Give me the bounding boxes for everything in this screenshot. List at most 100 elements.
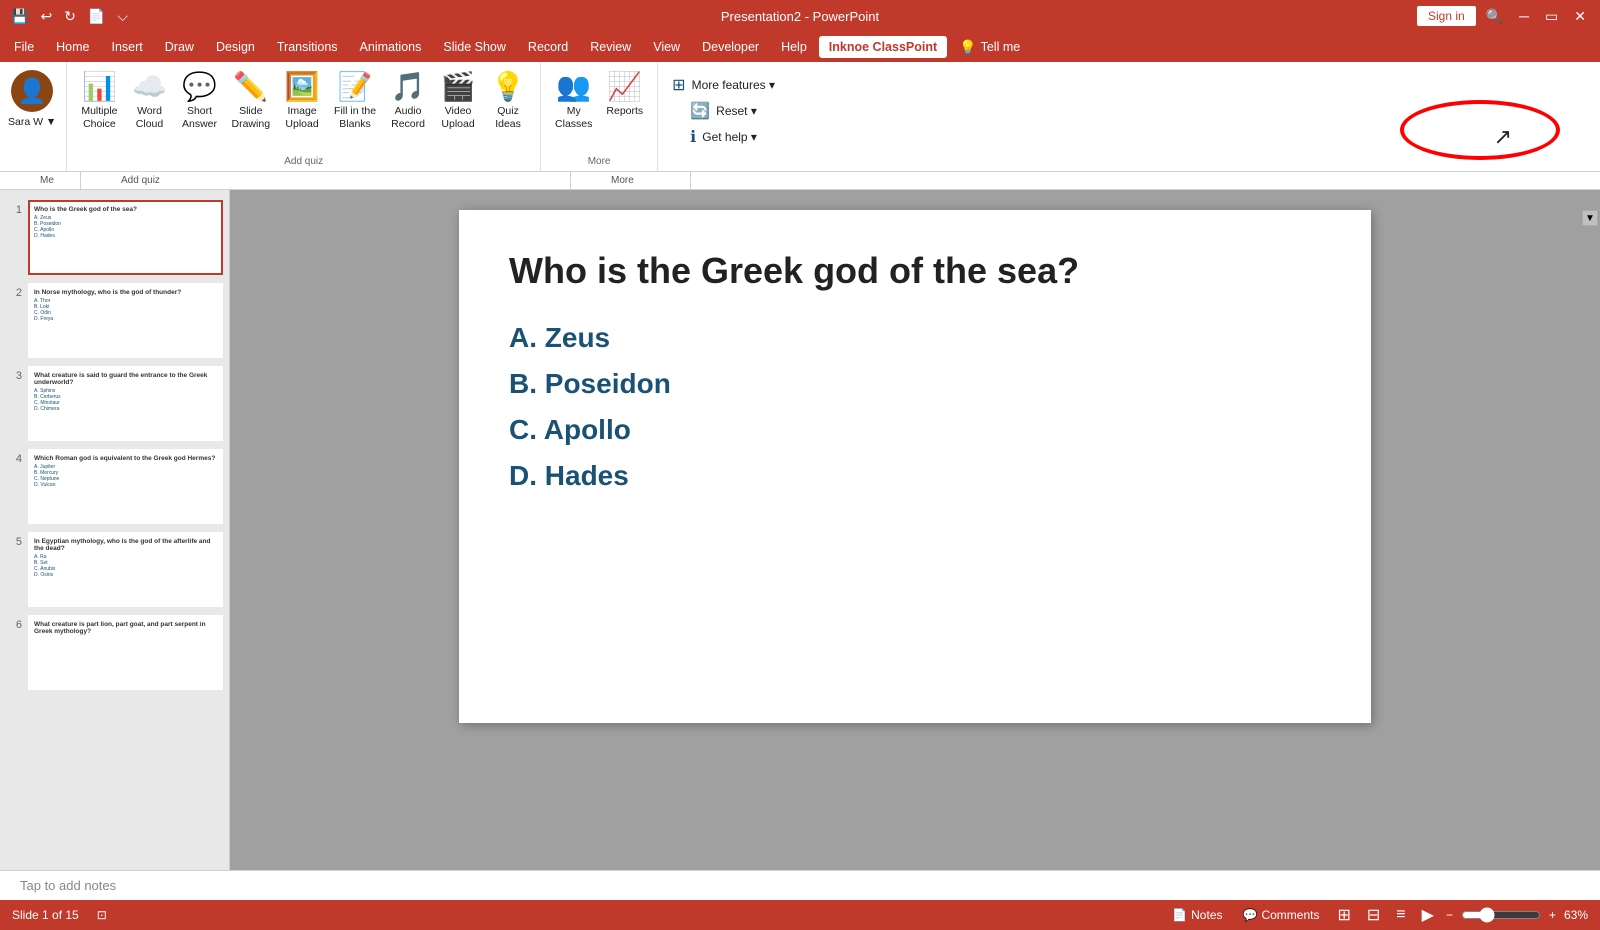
slide-item-6[interactable]: 6 What creature is part lion, part goat,…	[4, 613, 225, 692]
slide-item-3[interactable]: 3 What creature is said to guard the ent…	[4, 364, 225, 443]
status-left: Slide 1 of 15 ⊡	[12, 906, 113, 924]
menu-home[interactable]: Home	[46, 36, 99, 58]
menu-record[interactable]: Record	[518, 36, 578, 58]
slide-item-2[interactable]: 2 In Norse mythology, who is the god of …	[4, 281, 225, 360]
multiple-choice-icon: 📊	[82, 70, 117, 103]
word-cloud-button[interactable]: ☁️ WordCloud	[126, 66, 174, 134]
title-bar-left: 💾 ↩ ↻ 📄 ⌵	[8, 8, 131, 25]
slide-thumb-1-title: Who is the Greek god of the sea?	[34, 206, 217, 213]
slide-number-3: 3	[6, 370, 22, 382]
slide-item-4[interactable]: 4 Which Roman god is equivalent to the G…	[4, 447, 225, 526]
slide-thumb-1-content: A. ZeusB. PoseidonC. ApolloD. Hades	[34, 215, 217, 239]
multiple-choice-button[interactable]: 📊 MultipleChoice	[75, 66, 123, 134]
reset-label: Reset ▾	[716, 104, 757, 118]
notes-button[interactable]: 📄 Notes	[1166, 906, 1228, 924]
word-cloud-label: WordCloud	[136, 105, 163, 130]
menu-tellme[interactable]: 💡Tell me	[949, 35, 1030, 60]
slide-thumb-4[interactable]: Which Roman god is equivalent to the Gre…	[28, 449, 223, 524]
menu-help[interactable]: Help	[771, 36, 817, 58]
zoom-level[interactable]: 63%	[1564, 908, 1588, 922]
slide-item-1[interactable]: 1 Who is the Greek god of the sea? A. Ze…	[4, 198, 225, 277]
audio-record-icon: 🎵	[391, 70, 426, 103]
quiz-ideas-button[interactable]: 💡 QuizIdeas	[484, 66, 532, 134]
menu-file[interactable]: File	[4, 36, 44, 58]
section-me: Me	[0, 172, 81, 189]
my-classes-label: MyClasses	[555, 105, 592, 130]
canvas-area: Who is the Greek god of the sea? A. Zeus…	[230, 190, 1600, 870]
save-icon[interactable]: 💾	[8, 8, 31, 25]
fill-blanks-button[interactable]: 📝 Fill in theBlanks	[328, 66, 382, 134]
slide-drawing-icon: ✏️	[233, 70, 268, 103]
reading-view-button[interactable]: ≡	[1392, 904, 1409, 926]
avatar[interactable]: 👤	[11, 70, 53, 112]
menu-design[interactable]: Design	[206, 36, 265, 58]
slide-thumb-2[interactable]: In Norse mythology, who is the god of th…	[28, 283, 223, 358]
user-section: 👤 Sara W ▼	[0, 62, 67, 171]
ribbon-buttons: 📊 MultipleChoice ☁️ WordCloud 💬 ShortAns…	[75, 66, 532, 156]
video-upload-button[interactable]: 🎬 VideoUpload	[434, 66, 482, 134]
audio-record-label: AudioRecord	[391, 105, 425, 130]
menu-slideshow[interactable]: Slide Show	[433, 36, 516, 58]
normal-view-button[interactable]: ⊞	[1333, 903, 1354, 927]
reset-button[interactable]: 🔄 Reset ▾	[684, 98, 763, 124]
menu-view[interactable]: View	[643, 36, 690, 58]
user-name[interactable]: Sara W ▼	[8, 116, 56, 128]
ribbon-more-items: 👥 MyClasses 📈 Reports	[549, 66, 649, 156]
my-classes-button[interactable]: 👥 MyClasses	[549, 66, 598, 134]
slide-thumb-5[interactable]: In Egyptian mythology, who is the god of…	[28, 532, 223, 607]
video-upload-icon: 🎬	[441, 70, 476, 103]
ribbon-add-quiz-group: 📊 MultipleChoice ☁️ WordCloud 💬 ShortAns…	[67, 62, 541, 171]
menu-insert[interactable]: Insert	[102, 36, 153, 58]
slide-main-title: Who is the Greek god of the sea?	[509, 250, 1321, 292]
slide-thumb-1[interactable]: Who is the Greek god of the sea? A. Zeus…	[28, 200, 223, 275]
autosave-icon[interactable]: 📄	[85, 8, 108, 25]
ribbon-section-bar: Me Add quiz More	[0, 172, 1600, 190]
menu-animations[interactable]: Animations	[350, 36, 432, 58]
reports-icon: 📈	[607, 70, 642, 103]
slide-drawing-button[interactable]: ✏️ SlideDrawing	[226, 66, 277, 134]
sign-in-button[interactable]: Sign in	[1417, 6, 1476, 26]
search-icon[interactable]: 🔍	[1480, 6, 1509, 27]
fit-slide-button[interactable]: ⊡	[91, 906, 113, 924]
zoom-slider[interactable]	[1461, 907, 1541, 923]
slide-answer-d: D. Hades	[509, 460, 1321, 492]
menu-review[interactable]: Review	[580, 36, 641, 58]
close-button[interactable]: ✕	[1568, 6, 1592, 27]
slide-thumb-4-title: Which Roman god is equivalent to the Gre…	[34, 455, 217, 462]
comments-button[interactable]: 💬 Comments	[1237, 906, 1326, 924]
window-title: Presentation2 - PowerPoint	[721, 9, 879, 24]
slide-answer-b: B. Poseidon	[509, 368, 1321, 400]
more-features-button[interactable]: ⊞ More features ▾	[666, 72, 781, 98]
comments-icon: 💬	[1243, 908, 1258, 922]
redo-icon[interactable]: ↻	[61, 8, 79, 25]
restore-button[interactable]: ▭	[1539, 6, 1564, 27]
reports-button[interactable]: 📈 Reports	[600, 66, 649, 122]
image-upload-label: ImageUpload	[285, 105, 318, 130]
audio-record-button[interactable]: 🎵 AudioRecord	[384, 66, 432, 134]
slide-canvas[interactable]: Who is the Greek god of the sea? A. Zeus…	[459, 210, 1371, 723]
get-help-button[interactable]: ℹ Get help ▾	[684, 124, 763, 150]
slide-info: Slide 1 of 15	[12, 908, 79, 922]
slideshow-button[interactable]: ▶	[1418, 903, 1438, 927]
zoom-in-icon[interactable]: +	[1549, 908, 1556, 922]
slide-thumb-6[interactable]: What creature is part lion, part goat, a…	[28, 615, 223, 690]
slide-item-5[interactable]: 5 In Egyptian mythology, who is the god …	[4, 530, 225, 609]
menu-developer[interactable]: Developer	[692, 36, 769, 58]
zoom-out-icon[interactable]: −	[1446, 908, 1453, 922]
image-upload-button[interactable]: 🖼️ ImageUpload	[278, 66, 326, 134]
notes-placeholder[interactable]: Tap to add notes	[20, 878, 116, 893]
menu-transitions[interactable]: Transitions	[267, 36, 348, 58]
minimize-button[interactable]: ─	[1513, 6, 1535, 26]
menu-classpoint[interactable]: Inknoe ClassPoint	[819, 36, 947, 58]
slide-panel: 1 Who is the Greek god of the sea? A. Ze…	[0, 190, 230, 870]
menu-draw[interactable]: Draw	[155, 36, 204, 58]
slide-thumb-3[interactable]: What creature is said to guard the entra…	[28, 366, 223, 441]
undo-icon[interactable]: ↩	[37, 8, 55, 25]
help-icon: ℹ	[690, 127, 696, 147]
slide-number-2: 2	[6, 287, 22, 299]
customize-icon[interactable]: ⌵	[114, 8, 131, 25]
fit-slide-icon: ⊡	[97, 908, 107, 922]
slide-sorter-button[interactable]: ⊟	[1363, 903, 1384, 927]
scroll-down-button[interactable]: ▼	[1582, 210, 1598, 226]
short-answer-button[interactable]: 💬 ShortAnswer	[176, 66, 224, 134]
